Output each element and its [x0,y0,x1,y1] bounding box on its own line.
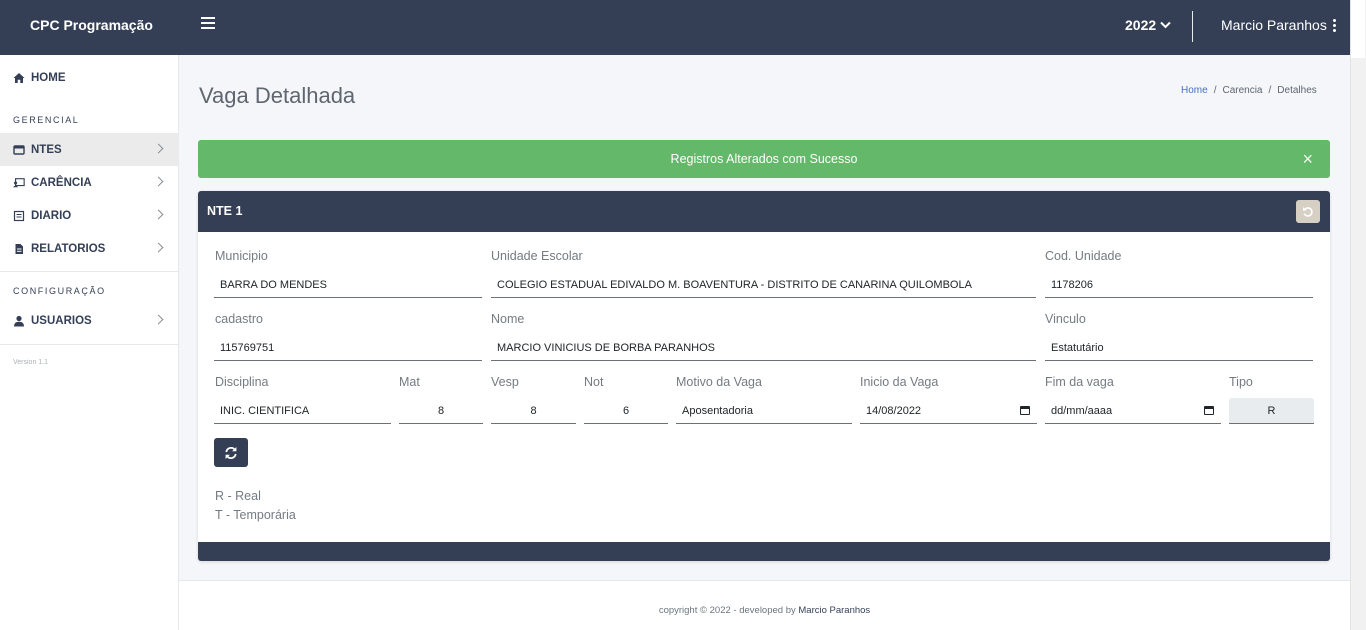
vinculo-label: Vinculo [1045,312,1086,326]
tipo-label: Tipo [1229,375,1253,389]
cadastro-label: cadastro [215,312,263,326]
top-navbar: CPC Programação 2022 Marcio Paranhos [0,0,1350,55]
card-header: NTE 1 [198,191,1330,232]
user-name: Marcio Paranhos [1221,17,1327,33]
disciplina-label: Disciplina [215,375,269,389]
inicio-vaga-label: Inicio da Vaga [860,375,939,389]
sidebar-item-carencia[interactable]: CARÊNCIA [0,166,179,199]
unidade-escolar-label: Unidade Escolar [491,249,583,263]
sidebar-item-home[interactable]: HOME [0,61,179,94]
cod-unidade-field[interactable]: 1178206 [1045,272,1313,298]
sidebar-item-relatorios[interactable]: RELATORIOS [0,232,179,265]
sidebar-item-ntes[interactable]: NTES [0,133,179,166]
breadcrumb: Home / Carencia / Detalhes [1181,85,1317,96]
sidebar-item-label: DIARIO [31,209,72,222]
chevron-right-icon [153,209,164,220]
close-icon[interactable]: × [1302,150,1313,168]
sidebar-item-label: NTES [31,143,62,156]
window-icon [13,144,25,155]
breadcrumb-home-link[interactable]: Home [1181,85,1208,96]
brand-name[interactable]: CPC Programação [30,17,153,33]
breadcrumb-carencia[interactable]: Carencia [1222,85,1262,96]
card-title: NTE 1 [207,204,243,218]
cadastro-field[interactable]: 115769751 [214,335,482,361]
user-icon [14,315,24,326]
breadcrumb-separator: / [1268,85,1272,96]
legend-real: R - Real [215,489,261,503]
year-label: 2022 [1125,17,1157,33]
page-title: Vaga Detalhada [199,83,356,108]
vinculo-field[interactable]: Estatutário [1045,335,1313,361]
version-label: Version 1.1 [13,359,49,366]
page-footer: copyright © 2022 - developed by Marcio P… [179,580,1350,630]
cod-unidade-label: Cod. Unidade [1045,249,1122,263]
legend-temporaria: T - Temporária [215,508,296,522]
section-label-configuracao: CONFIGURAÇÃO [13,286,106,296]
undo-icon [1303,206,1313,217]
chevron-right-icon [153,242,164,253]
card-footer [198,542,1330,561]
navbar-divider [1192,11,1193,42]
home-icon [13,72,25,83]
sidebar-item-label: RELATORIOS [31,242,106,255]
refresh-button[interactable] [214,438,248,467]
refresh-icon [225,446,237,459]
fim-vaga-date-input[interactable]: dd/mm/aaaa [1045,398,1221,424]
success-alert: Registros Alterados com Sucesso × [198,140,1330,178]
chevron-down-icon [1160,21,1171,29]
disciplina-field[interactable]: INIC. CIENTIFICA [214,398,391,424]
calendar-icon[interactable] [1204,406,1214,415]
breadcrumb-separator: / [1213,85,1217,96]
motivo-vaga-field[interactable]: Aposentadoria [676,398,852,424]
sidebar: HOME GERENCIAL NTES CARÊNCIA DIARIO RELA… [0,55,179,630]
calendar-icon[interactable] [1020,406,1030,415]
fim-vaga-label: Fim da vaga [1045,375,1114,389]
year-selector[interactable]: 2022 [1125,17,1171,33]
vesp-label: Vesp [491,375,519,389]
inicio-vaga-value: 14/08/2022 [866,404,922,417]
unidade-escolar-field[interactable]: COLEGIO ESTADUAL EDIVALDO M. BOAVENTURA … [491,272,1036,298]
sidebar-item-label: CARÊNCIA [31,176,92,189]
fim-vaga-value: dd/mm/aaaa [1051,404,1113,417]
copyright-prefix: copyright © 2022 - developed by [658,605,796,616]
alert-message: Registros Alterados com Sucesso [670,152,858,166]
not-field[interactable]: 6 [584,398,668,424]
tipo-field: R [1229,398,1314,424]
sidebar-item-diario[interactable]: DIARIO [0,199,179,232]
more-vertical-icon [1332,18,1336,32]
municipio-label: Municipio [215,249,268,263]
section-label-gerencial: GERENCIAL [13,115,80,125]
motivo-vaga-label: Motivo da Vaga [676,375,762,389]
breadcrumb-current: Detalhes [1277,85,1317,96]
vaga-detail-card: NTE 1 Municipio BARRA DO MENDES Unidade … [198,191,1330,561]
sidebar-divider [0,344,179,345]
report-file-icon [15,243,23,254]
user-board-icon [13,177,25,187]
municipio-field[interactable]: BARRA DO MENDES [214,272,482,298]
menu-toggle-icon[interactable] [201,17,215,31]
chevron-right-icon [153,314,164,325]
user-menu[interactable]: Marcio Paranhos [1221,17,1336,33]
sidebar-item-label: HOME [31,71,66,84]
chevron-right-icon [153,176,164,187]
list-box-icon [13,210,25,221]
mat-field[interactable]: 8 [399,398,483,424]
nome-field[interactable]: MARCIO VINICIUS DE BORBA PARANHOS [491,335,1036,361]
developer-name: Marcio Paranhos [798,605,871,616]
scrollbar-thumb[interactable] [1351,0,1365,58]
chevron-right-icon [153,143,164,154]
nome-label: Nome [491,312,525,326]
sidebar-divider [0,271,179,272]
inicio-vaga-date-input[interactable]: 14/08/2022 [860,398,1037,424]
vesp-field[interactable]: 8 [491,398,576,424]
mat-label: Mat [399,375,420,389]
sidebar-item-label: USUARIOS [31,314,92,327]
copyright-text: copyright © 2022 - developed by Marcio P… [179,605,1350,616]
sidebar-item-usuarios[interactable]: USUARIOS [0,304,179,337]
scrollbar[interactable] [1350,0,1366,630]
not-label: Not [584,375,604,389]
undo-button[interactable] [1296,200,1320,223]
